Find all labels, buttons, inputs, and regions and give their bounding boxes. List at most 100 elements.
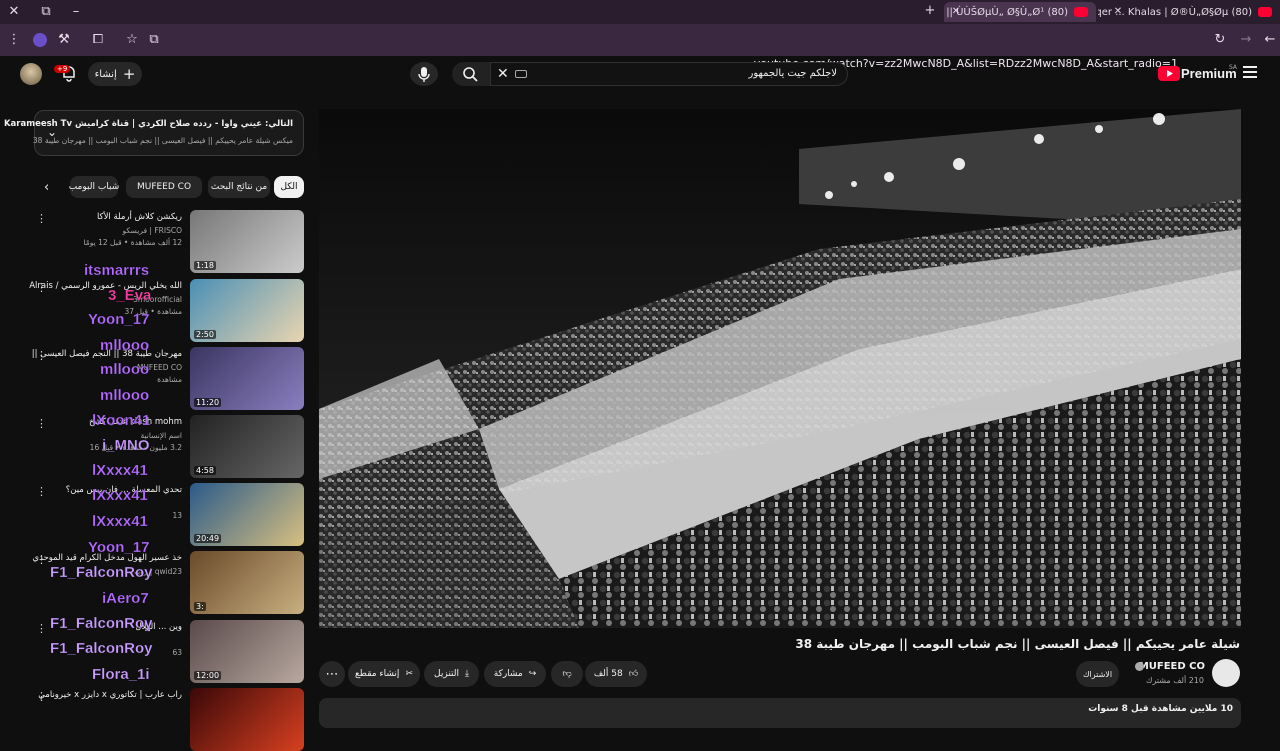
- share-button[interactable]: ↪ مشاركة: [484, 661, 546, 687]
- chip-search-results[interactable]: من نتائج البحث: [208, 176, 270, 198]
- duration-badge: 3:: [194, 602, 206, 611]
- chip-mufeed-co[interactable]: MUFEED CO: [126, 176, 202, 198]
- duration-badge: 1:18: [194, 261, 216, 270]
- chat-username: lXxxx41: [92, 462, 148, 479]
- search-input[interactable]: ✕ لاجلكم جيت يالجمهور: [490, 62, 848, 86]
- chat-username: mllooo: [100, 361, 150, 378]
- chip-bomb-youth[interactable]: شباب البومب: [69, 176, 119, 198]
- share-page-icon[interactable]: ⧉: [146, 32, 162, 48]
- chat-username: i_MNO: [102, 437, 150, 454]
- duration-badge: 20:49: [194, 534, 222, 543]
- clip-label: إنشاء مقطع: [355, 669, 400, 679]
- duration-badge: 4:58: [194, 466, 216, 475]
- more-actions-button[interactable]: ⋯: [319, 661, 345, 687]
- description-box[interactable]: 10 ملايين مشاهدة قبل 8 سنوات: [319, 698, 1241, 728]
- dislike-button[interactable]: 👎︎: [551, 661, 583, 687]
- more-options-icon[interactable]: ⋮: [36, 212, 47, 225]
- keyboard-icon[interactable]: [515, 70, 527, 78]
- stadium-crowd-frame: [319, 109, 1241, 628]
- clear-search-icon[interactable]: ✕: [497, 66, 509, 82]
- download-label: التنزيل: [434, 669, 459, 679]
- address-toolbar: ⋮ ⚒ ⧠ ☆ ⧉ youtube.com/watch?v=zz2MwcN8D_…: [0, 24, 1280, 70]
- more-options-icon[interactable]: ⋮: [36, 349, 47, 362]
- video-title: شيلة عامر يحييكم || فيصل العيسى || نجم ش…: [795, 637, 1240, 651]
- video-thumbnail[interactable]: 12:00: [190, 620, 304, 683]
- minimize-window-icon[interactable]: –: [68, 4, 84, 20]
- create-button[interactable]: إنشاء +: [88, 62, 142, 86]
- related-video-title[interactable]: راب عارب | تكاتوري x دايزر x خيرونامي: [38, 690, 182, 700]
- more-options-icon[interactable]: ⋮: [36, 485, 47, 498]
- video-thumbnail[interactable]: 11:20: [190, 347, 304, 410]
- download-button[interactable]: ⤓ التنزيل: [424, 661, 479, 687]
- voice-search-button[interactable]: [410, 62, 438, 86]
- avatar[interactable]: [20, 63, 42, 85]
- thumb-down-icon: 👎︎: [562, 669, 572, 679]
- reload-icon[interactable]: ↻: [1212, 32, 1228, 48]
- microphone-icon: [418, 67, 430, 82]
- search-button[interactable]: [452, 62, 490, 86]
- chat-username: Flora_1i: [92, 666, 150, 683]
- chat-username: lXxxx41: [92, 487, 148, 504]
- bookmark-star-icon[interactable]: ☆: [124, 32, 140, 48]
- extensions-puzzle-icon[interactable]: ⧠: [90, 32, 106, 48]
- related-video-meta: مشاهدة: [157, 375, 182, 384]
- join-button[interactable]: الاشتراك: [1076, 661, 1119, 687]
- mix-playlist-panel[interactable]: ⌄ التالي: عيني واوا - ردده صلاح الكردي |…: [4, 110, 304, 156]
- share-label: مشاركة: [493, 669, 523, 679]
- channel-avatar[interactable]: [1212, 659, 1240, 687]
- related-video-title[interactable]: الله يخلي الريس - عمورو الرسمي / Alrais: [29, 281, 182, 291]
- thumb-up-icon: 👍︎: [628, 669, 639, 679]
- search-query: لاجلكم جيت يالجمهور: [748, 68, 837, 79]
- tools-icon[interactable]: ⚒: [56, 32, 72, 48]
- chevron-left-icon[interactable]: ‹: [44, 180, 49, 195]
- create-label: إنشاء: [94, 68, 117, 80]
- video-thumbnail[interactable]: 2:50: [190, 279, 304, 342]
- chat-username: itsmarrrs: [84, 262, 150, 279]
- tab-active-video[interactable]: (80) Ø´ÙŠÙ„Ø© Ø¹Ø§Ù…Ø± ÙŠØ­ÙŠÙŠÙƒÙ… || Ù…: [944, 2, 1096, 22]
- video-thumbnail[interactable]: 20:49: [190, 483, 304, 546]
- chat-username: iAero7: [102, 590, 149, 607]
- extension-icon[interactable]: [33, 33, 47, 47]
- search-icon: [463, 67, 478, 82]
- subscriber-count: 210 ألف مشترك: [1145, 676, 1204, 685]
- duration-badge: 11:20: [194, 398, 222, 407]
- tab-close-icon[interactable]: ✕: [948, 4, 964, 20]
- video-thumbnail[interactable]: 3:: [190, 551, 304, 614]
- channel-name[interactable]: MUFEED CO: [1139, 661, 1205, 672]
- close-window-icon[interactable]: ✕: [6, 4, 22, 20]
- more-options-icon[interactable]: ⋮: [36, 281, 47, 294]
- restore-window-icon[interactable]: ⧉: [38, 4, 54, 20]
- duration-badge: 12:00: [194, 671, 222, 680]
- clip-button[interactable]: ✂ إنشاء مقطع: [348, 661, 420, 687]
- new-tab-button[interactable]: +: [922, 3, 938, 19]
- share-arrow-icon: ↪: [528, 669, 537, 679]
- verified-icon: [1135, 662, 1144, 671]
- video-player[interactable]: [319, 109, 1241, 628]
- scissors-icon: ✂: [405, 669, 413, 679]
- video-thumbnail[interactable]: 1:18: [190, 210, 304, 273]
- playlist-subtitle: ميكس شيلة عامر يحييكم || فيصل العيسى || …: [32, 136, 293, 145]
- region-code: SA: [1229, 64, 1238, 71]
- hamburger-menu-icon[interactable]: [1243, 66, 1257, 78]
- chat-username: F1_FalconRoy: [50, 564, 153, 581]
- like-button[interactable]: 👍︎ 58 ألف: [585, 661, 647, 687]
- related-video-title[interactable]: ريكشن كلاش أرملة الأكا: [97, 212, 182, 222]
- chip-all[interactable]: الكل: [274, 176, 304, 198]
- notification-count-badge: +9: [54, 65, 71, 73]
- youtube-logo-icon[interactable]: [1158, 66, 1180, 81]
- chat-username: lXxxx41: [92, 513, 148, 530]
- youtube-favicon-icon: [1258, 7, 1272, 17]
- tab-close-icon[interactable]: ✕: [1110, 4, 1126, 20]
- back-icon[interactable]: ←: [1262, 32, 1278, 48]
- video-thumbnail[interactable]: 4:58: [190, 415, 304, 478]
- more-options-icon[interactable]: ⋮: [36, 622, 47, 635]
- related-video-meta: 12 ألف مشاهدة • قبل 12 يومًا: [83, 238, 182, 247]
- more-options-icon[interactable]: ⋮: [36, 553, 47, 566]
- plus-icon: +: [122, 65, 136, 83]
- like-count: 58 ألف: [593, 669, 623, 679]
- menu-kebab-icon[interactable]: ⋮: [6, 32, 22, 48]
- chat-username: Yoon_17: [88, 539, 150, 556]
- more-options-icon[interactable]: ⋮: [36, 417, 47, 430]
- more-options-icon[interactable]: ⋮: [36, 690, 47, 703]
- forward-icon[interactable]: →: [1238, 32, 1254, 48]
